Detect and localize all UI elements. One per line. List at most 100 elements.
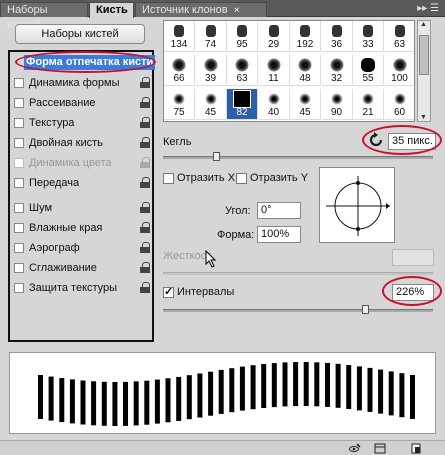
sidebar-item-label: Сглаживание	[29, 262, 97, 274]
stroke-dab	[186, 375, 192, 420]
brush-tip-cell[interactable]: 45	[290, 89, 321, 120]
brush-tip-cell[interactable]: 11	[258, 55, 290, 86]
brush-tip-cell[interactable]: 192	[290, 21, 321, 52]
brush-tip-size: 75	[173, 107, 185, 118]
tab-clone-source[interactable]: Источник клонов ×	[135, 2, 267, 17]
lock-icon[interactable]	[140, 117, 150, 128]
hardness-field	[392, 249, 434, 266]
sidebar-item-smoothing[interactable]: Сглаживание	[14, 259, 150, 277]
tab-brush-presets[interactable]: Наборы кистей	[0, 2, 88, 31]
brush-tip-cell[interactable]: 40	[258, 89, 290, 120]
sidebar-item-shape-dynamics[interactable]: Динамика формы	[14, 74, 150, 92]
flip-y-checkbox[interactable]	[236, 173, 247, 184]
brush-tip-size: 63	[236, 73, 248, 84]
sidebar-item-airbrush[interactable]: Аэрограф	[14, 239, 150, 257]
eye-brush-icon[interactable]	[349, 443, 361, 454]
lock-icon[interactable]	[140, 222, 150, 233]
checkbox[interactable]	[14, 283, 24, 293]
sidebar-item-noise[interactable]: Шум	[14, 199, 150, 217]
lock-icon[interactable]	[140, 242, 150, 253]
brush-tip-cell[interactable]: 29	[258, 21, 290, 52]
checkbox[interactable]	[14, 118, 24, 128]
scroll-down-icon[interactable]: ▼	[420, 114, 427, 121]
scrollbar-thumb[interactable]	[419, 35, 429, 75]
size-slider-thumb[interactable]	[213, 152, 220, 161]
brush-tip-cell[interactable]: 63	[227, 55, 258, 86]
brush-tip-size: 55	[362, 73, 374, 84]
brush-tip-cell[interactable]: 66	[164, 55, 195, 86]
lock-icon[interactable]	[140, 177, 150, 188]
lock-icon[interactable]	[140, 282, 150, 293]
lock-icon[interactable]	[140, 137, 150, 148]
spacing-slider-thumb[interactable]	[361, 305, 369, 314]
lock-icon[interactable]	[140, 77, 150, 88]
brush-tip-cell[interactable]: 75	[164, 89, 195, 120]
close-icon[interactable]: ×	[234, 5, 240, 16]
brush-tip-size: 48	[299, 73, 311, 84]
brush-tip-size: 32	[330, 73, 343, 84]
brush-grid-scrollbar[interactable]: ▲ ▼	[417, 20, 431, 122]
sidebar-item-wet-edges[interactable]: Влажные края	[14, 219, 150, 237]
brush-tip-cell[interactable]: 82	[227, 89, 258, 120]
brush-tip-size: 95	[236, 39, 248, 50]
panel-menu-icon[interactable]: ▸▸ ☰	[417, 3, 439, 14]
spacing-checkbox[interactable]	[163, 285, 174, 298]
brush-tip-cell[interactable]: 63	[384, 21, 414, 52]
brush-tip-cell[interactable]: 48	[290, 55, 321, 86]
size-slider[interactable]	[163, 156, 433, 159]
stroke-dab	[165, 378, 171, 423]
brush-tip-size: 192	[296, 39, 314, 50]
angle-roundness-preview[interactable]	[319, 167, 395, 243]
checkbox[interactable]	[14, 138, 24, 148]
brush-tip-cell[interactable]: 60	[384, 89, 414, 120]
brush-tip-size: 29	[267, 39, 280, 50]
brush-tip-cell[interactable]: 45	[195, 89, 227, 120]
sidebar-item-dual-brush[interactable]: Двойная кисть	[14, 134, 150, 152]
brush-tip-shape-icon	[173, 93, 185, 105]
brush-tip-cell[interactable]: 55	[353, 55, 384, 86]
checkbox[interactable]	[14, 78, 24, 88]
new-preset-icon[interactable]	[410, 443, 422, 454]
scroll-up-icon[interactable]: ▲	[420, 21, 427, 28]
panel-menu-icon[interactable]	[374, 443, 386, 454]
brush-settings-list: Форма отпечатка кисти Динамика формы Рас…	[8, 50, 156, 342]
spacing-slider[interactable]	[163, 309, 433, 312]
brush-presets-button[interactable]: Наборы кистей	[15, 24, 145, 44]
stroke-dab	[69, 379, 75, 424]
checkbox[interactable]	[14, 98, 24, 108]
brush-tip-cell[interactable]: 21	[353, 89, 384, 120]
sidebar-item-texture[interactable]: Текстура	[14, 114, 150, 132]
brush-tip-cell[interactable]: 95	[227, 21, 258, 52]
checkbox[interactable]	[14, 178, 24, 188]
stroke-dab	[314, 362, 320, 407]
brush-tip-cell[interactable]: 33	[353, 21, 384, 52]
checkbox[interactable]	[14, 263, 24, 273]
brush-tip-shape-icon	[300, 25, 310, 37]
brush-tip-shape-icon	[362, 93, 374, 105]
sidebar-item-label: Динамика цвета	[29, 157, 112, 169]
checkbox[interactable]	[14, 243, 24, 253]
sidebar-item-protect-texture[interactable]: Защита текстуры	[14, 279, 150, 297]
lock-icon[interactable]	[140, 202, 150, 213]
flip-y-label: Отразить Y	[250, 172, 309, 184]
brush-tip-cell[interactable]: 32	[321, 55, 353, 86]
brush-tip-shape-icon	[203, 58, 218, 72]
sidebar-item-label: Шум	[29, 202, 53, 214]
brush-tip-cell[interactable]: 39	[195, 55, 227, 86]
brush-tip-cell[interactable]: 90	[321, 89, 353, 120]
angle-field[interactable]: 0°	[257, 202, 301, 219]
brush-tip-cell[interactable]: 100	[384, 55, 414, 86]
roundness-field[interactable]: 100%	[257, 226, 301, 243]
sidebar-item-transfer[interactable]: Передача	[14, 174, 150, 192]
sidebar-item-scattering[interactable]: Рассеивание	[14, 94, 150, 112]
checkbox[interactable]	[14, 203, 24, 213]
tab-brush[interactable]: Кисть	[89, 2, 134, 18]
brush-tip-cell[interactable]: 134	[164, 21, 195, 52]
lock-icon[interactable]	[140, 262, 150, 273]
lock-icon[interactable]	[140, 97, 150, 108]
brush-tip-cell[interactable]: 36	[321, 21, 353, 52]
checkbox[interactable]	[14, 223, 24, 233]
brush-tip-shape-icon	[234, 91, 250, 107]
flip-x-checkbox[interactable]	[163, 173, 174, 184]
brush-tip-cell[interactable]: 74	[195, 21, 227, 52]
